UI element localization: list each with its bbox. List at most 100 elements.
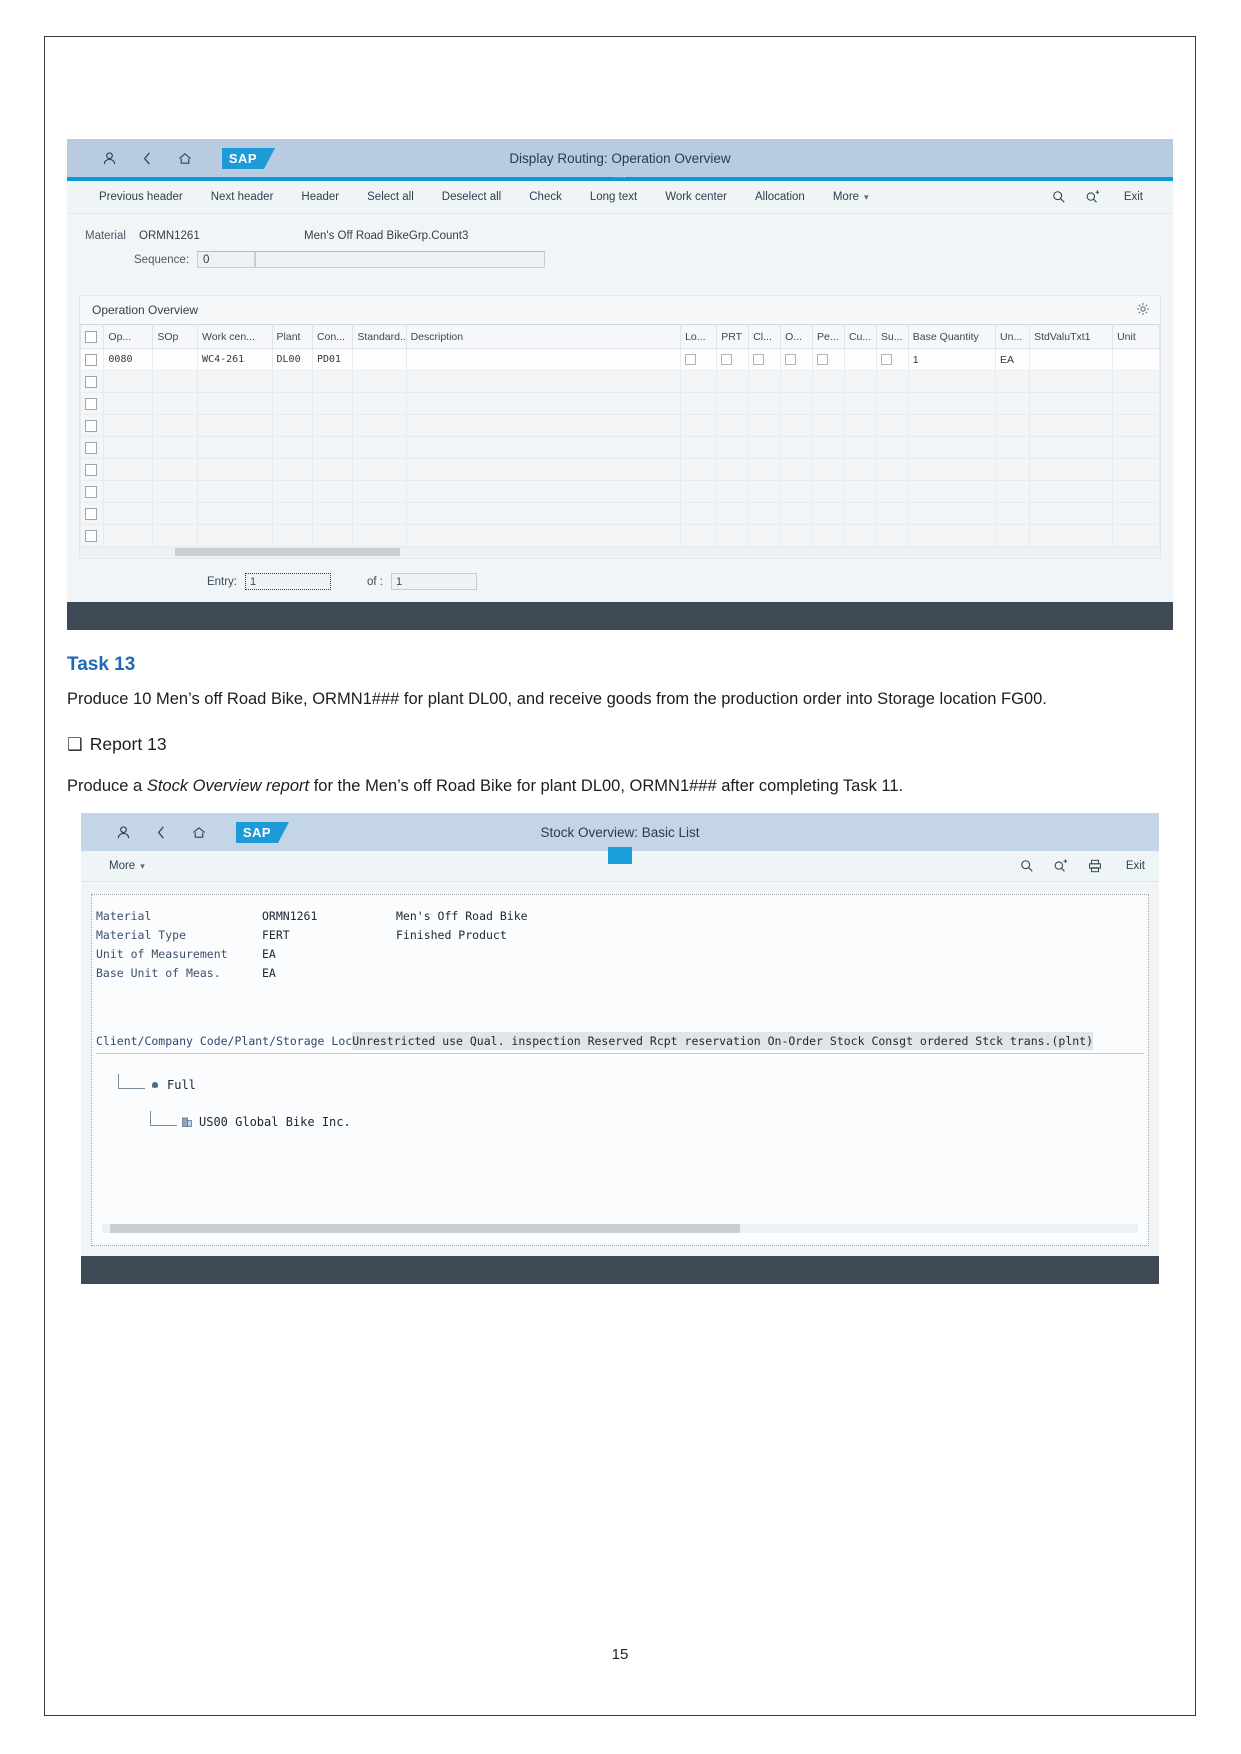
routing-exit-button[interactable]: Exit: [1110, 182, 1157, 212]
tb-deselect-all[interactable]: Deselect all: [428, 182, 515, 212]
select-all-checkbox-icon[interactable]: [85, 330, 97, 343]
row-select-cell[interactable]: [79, 370, 105, 393]
col-pe[interactable]: Pe...: [812, 324, 845, 349]
col-base-quantity[interactable]: Base Quantity: [907, 324, 997, 349]
tb-select-all[interactable]: Select all: [353, 182, 428, 212]
row-checkbox-icon[interactable]: [85, 485, 97, 498]
sequence-description-input[interactable]: [255, 251, 545, 268]
row-select-cell[interactable]: [79, 436, 105, 459]
row-checkbox-icon[interactable]: [85, 419, 97, 432]
empty-cell: [103, 502, 154, 525]
row-checkbox-icon[interactable]: [85, 375, 97, 388]
tb-work-center[interactable]: Work center: [651, 182, 741, 212]
sequence-input[interactable]: 0: [197, 251, 255, 268]
row-select-cell[interactable]: [79, 502, 105, 525]
cell-lo[interactable]: [680, 348, 718, 371]
empty-cell: [748, 502, 782, 525]
table-row-empty[interactable]: [79, 480, 1160, 503]
cell-pe[interactable]: [812, 348, 845, 371]
row-select-cell[interactable]: [79, 414, 105, 437]
prt-checkbox-icon[interactable]: [721, 353, 733, 365]
row-checkbox-icon[interactable]: [85, 507, 97, 520]
cell-con: PD01: [311, 348, 354, 371]
home-icon[interactable]: [190, 823, 208, 841]
cell-cl[interactable]: [748, 348, 782, 371]
tb-next-header[interactable]: Next header: [197, 182, 288, 212]
row-checkbox-icon[interactable]: [85, 353, 97, 366]
page-number: 15: [611, 1646, 629, 1663]
printer-icon[interactable]: [1078, 859, 1112, 873]
cell-o[interactable]: [780, 348, 814, 371]
tree-node-company[interactable]: US00 Global Bike Inc.: [92, 1111, 1148, 1132]
col-un[interactable]: Un...: [995, 324, 1031, 349]
table-row-empty[interactable]: [79, 458, 1160, 481]
table-row[interactable]: 0080 WC4-261 DL00 PD01 1 EA: [79, 348, 1160, 371]
search-icon[interactable]: [1042, 190, 1076, 204]
col-work-center[interactable]: Work cen...: [197, 324, 273, 349]
tb-check[interactable]: Check: [515, 182, 576, 212]
gear-icon[interactable]: [1136, 302, 1150, 319]
col-unit[interactable]: Unit: [1112, 324, 1160, 349]
row-select-cell[interactable]: [79, 348, 105, 371]
row-checkbox-icon[interactable]: [85, 397, 97, 410]
row-select-cell[interactable]: [79, 458, 105, 481]
col-lo[interactable]: Lo...: [680, 324, 718, 349]
cell-su[interactable]: [875, 348, 909, 371]
row-select-cell[interactable]: [79, 480, 105, 503]
row-checkbox-icon[interactable]: [85, 529, 97, 542]
search-icon[interactable]: [1010, 859, 1044, 873]
col-con[interactable]: Con...: [311, 324, 354, 349]
empty-cell: [843, 436, 877, 459]
col-sop[interactable]: SOp: [152, 324, 199, 349]
cl-checkbox-icon[interactable]: [753, 353, 765, 365]
col-cl[interactable]: Cl...: [748, 324, 782, 349]
back-chevron-icon[interactable]: [152, 823, 170, 841]
operation-overview-hscrollbar[interactable]: [79, 547, 1161, 559]
col-stdvalutxt1[interactable]: StdValuTxt1: [1029, 324, 1114, 349]
table-row-empty[interactable]: [79, 370, 1160, 393]
col-cu[interactable]: Cu...: [843, 324, 877, 349]
select-all-header[interactable]: [79, 324, 105, 349]
tb-long-text[interactable]: Long text: [576, 182, 651, 212]
col-description[interactable]: Description: [405, 324, 682, 349]
su-checkbox-icon[interactable]: [880, 353, 892, 365]
col-plant[interactable]: Plant: [271, 324, 313, 349]
user-icon[interactable]: [114, 823, 132, 841]
col-op[interactable]: Op...: [103, 324, 154, 349]
tb-previous-header[interactable]: Previous header: [85, 182, 197, 212]
row-checkbox-icon[interactable]: [85, 463, 97, 476]
hscroll-thumb[interactable]: [175, 548, 400, 556]
back-chevron-icon[interactable]: [138, 149, 156, 167]
user-icon[interactable]: [100, 149, 118, 167]
table-row-empty[interactable]: [79, 436, 1160, 459]
row-select-cell[interactable]: [79, 524, 105, 547]
table-row-empty[interactable]: [79, 502, 1160, 525]
entry-input[interactable]: 1: [245, 573, 331, 590]
row-select-cell[interactable]: [79, 392, 105, 415]
table-row-empty[interactable]: [79, 524, 1160, 547]
empty-cell: [843, 524, 877, 547]
row-checkbox-icon[interactable]: [85, 441, 97, 454]
tb-header[interactable]: Header: [287, 182, 353, 212]
col-standard[interactable]: Standard...: [352, 324, 407, 349]
stock-exit-button[interactable]: Exit: [1112, 851, 1159, 881]
stock-hscrollbar[interactable]: [102, 1224, 1138, 1234]
search-plus-icon[interactable]: [1076, 190, 1110, 204]
tree-node-full[interactable]: Full: [92, 1074, 1148, 1095]
col-su[interactable]: Su...: [875, 324, 909, 349]
lo-checkbox-icon[interactable]: [685, 353, 697, 365]
tb-allocation[interactable]: Allocation: [741, 182, 819, 212]
cell-prt[interactable]: [716, 348, 750, 371]
stock-tb-more[interactable]: More ▾: [95, 851, 159, 881]
empty-cell: [271, 370, 313, 393]
stock-hscroll-thumb[interactable]: [110, 1224, 740, 1234]
table-row-empty[interactable]: [79, 392, 1160, 415]
table-row-empty[interactable]: [79, 414, 1160, 437]
home-icon[interactable]: [176, 149, 194, 167]
col-o[interactable]: O...: [780, 324, 814, 349]
search-plus-icon[interactable]: [1044, 859, 1078, 873]
tb-more[interactable]: More ▾: [819, 182, 883, 212]
pe-checkbox-icon[interactable]: [817, 353, 829, 365]
col-prt[interactable]: PRT: [716, 324, 750, 349]
o-checkbox-icon[interactable]: [785, 353, 797, 365]
